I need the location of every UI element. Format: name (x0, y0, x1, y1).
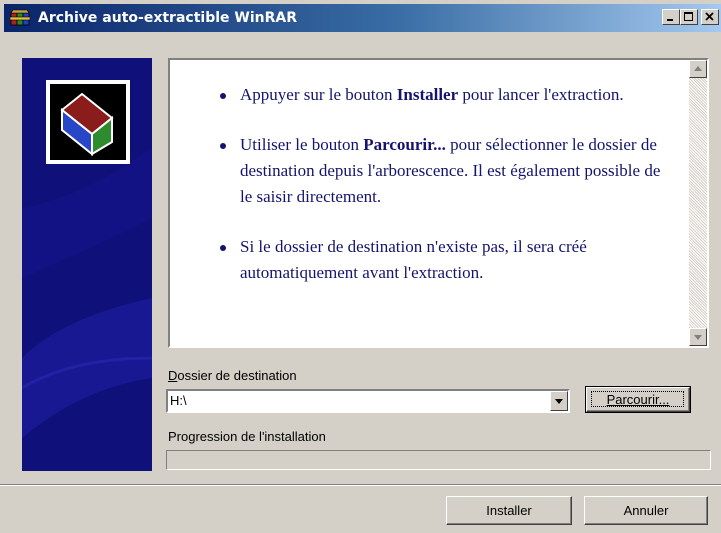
list-item: Si le dossier de destination n'existe pa… (220, 234, 670, 286)
browse-button-label: Parcourir... (606, 392, 670, 407)
vertical-scrollbar[interactable] (689, 60, 707, 346)
instruction-text: pour lancer l'extraction. (458, 85, 624, 104)
bottom-separator (0, 484, 721, 486)
scroll-up-button[interactable] (689, 60, 707, 78)
dropdown-button[interactable] (550, 391, 568, 411)
instructions-list: Appuyer sur le bouton Installer pour lan… (220, 82, 670, 310)
instruction-text: Utiliser le bouton (240, 135, 364, 154)
browse-button[interactable]: Parcourir... (585, 386, 691, 413)
sfx-dialog-window: Archive auto-extractible WinRAR Appuyer … (0, 0, 721, 533)
logo-frame (46, 80, 130, 164)
destination-combobox[interactable] (166, 389, 570, 413)
arrow-up-icon (694, 66, 702, 71)
minimize-button[interactable] (662, 9, 680, 25)
installation-progress-bar (166, 450, 711, 470)
winrar-books-icon (50, 84, 126, 160)
title-bar[interactable]: Archive auto-extractible WinRAR (4, 4, 721, 32)
install-button[interactable]: Installer (446, 496, 572, 525)
destination-folder-label: Dossier de destination (168, 368, 297, 383)
list-item: Appuyer sur le bouton Installer pour lan… (220, 82, 670, 108)
close-button[interactable] (701, 9, 719, 25)
cancel-button[interactable]: Annuler (584, 496, 708, 525)
left-banner (22, 58, 152, 471)
chevron-down-icon (555, 399, 563, 404)
maximize-icon (684, 12, 693, 21)
arrow-down-icon (694, 335, 702, 340)
minimize-icon (667, 19, 673, 21)
instruction-text: Si le dossier de destination n'existe pa… (240, 237, 587, 282)
scroll-down-button[interactable] (689, 328, 707, 346)
instruction-text: Appuyer sur le bouton (240, 85, 397, 104)
close-icon (705, 12, 714, 21)
maximize-button[interactable] (680, 9, 698, 25)
instruction-bold: Installer (396, 85, 459, 104)
instruction-bold: Parcourir... (363, 135, 446, 154)
list-item: Utiliser le bouton Parcourir... pour sél… (220, 132, 670, 210)
winrar-icon (9, 9, 31, 27)
destination-input[interactable] (168, 391, 548, 411)
installation-progress-label: Progression de l'installation (168, 429, 326, 444)
instructions-panel[interactable]: Appuyer sur le bouton Installer pour lan… (168, 58, 709, 348)
window-title: Archive auto-extractible WinRAR (38, 10, 297, 26)
